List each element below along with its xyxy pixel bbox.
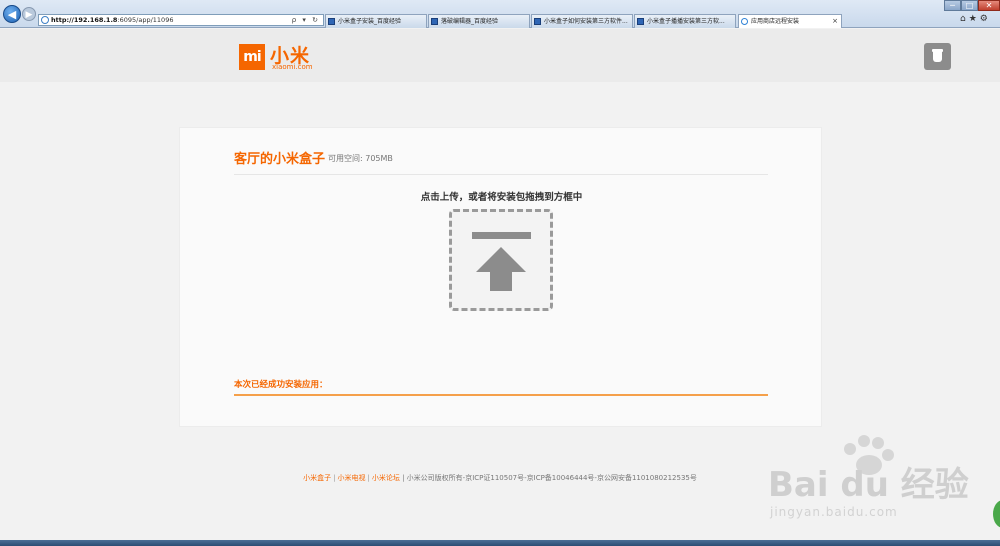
upload-icon xyxy=(472,232,531,291)
toolbar-icons[interactable]: ⌂★⚙ xyxy=(960,14,991,24)
installed-apps-label: 本次已经成功安装应用： xyxy=(234,380,328,390)
close-tab-icon[interactable]: × xyxy=(832,15,838,28)
trash-icon xyxy=(932,49,943,62)
tab-4[interactable]: 小米盒子播播安装第三方软... xyxy=(634,14,736,28)
divider xyxy=(234,174,768,175)
close-window-button[interactable]: ✕ xyxy=(978,0,1000,11)
tab-label: 小米盒子如何安装第三方软件... xyxy=(544,18,628,25)
mi-logo-mark: mi xyxy=(239,44,265,70)
footer-link-mibox[interactable]: 小米盒子 xyxy=(303,474,331,482)
watermark-logo-text: Bai du 经验 xyxy=(768,465,969,505)
ie-icon xyxy=(741,18,748,25)
upload-hint: 点击上传，或者将安装包拖拽到方框中 xyxy=(420,192,583,203)
page-icon xyxy=(534,18,541,25)
upload-card: 客厅的小米盒子 可用空间: 705MB 点击上传，或者将安装包拖拽到方框中 本次… xyxy=(179,127,822,427)
trash-button[interactable] xyxy=(924,43,951,70)
page-icon xyxy=(328,18,335,25)
logo-subtext: xiaomi.com xyxy=(272,63,313,71)
free-space: 可用空间: 705MB xyxy=(328,154,393,163)
tab-2[interactable]: 落破编辑器_百度经验 xyxy=(428,14,530,28)
minimize-button[interactable]: ─ xyxy=(944,0,961,11)
back-button[interactable]: ◀ xyxy=(3,5,21,23)
forward-button[interactable]: ▶ xyxy=(22,7,36,21)
os-taskbar xyxy=(0,540,1000,546)
device-name: 客厅的小米盒子 xyxy=(234,152,326,167)
watermark-url: jingyan.baidu.com xyxy=(770,505,898,519)
tab-1[interactable]: 小米盒子安装_百度经验 xyxy=(325,14,427,28)
tab-label: 小米盒子播播安装第三方软... xyxy=(647,18,725,25)
page-icon xyxy=(637,18,644,25)
url-path: :6095/app/11096 xyxy=(117,16,174,24)
browser-chrome: ◀ ▶ http://192.168.1.8:6095/app/11096 ρ … xyxy=(0,0,1000,28)
baidu-watermark: Bai du 经验 jingyan.baidu.com xyxy=(768,435,969,525)
footer-link-mitv[interactable]: 小米电视 xyxy=(338,474,366,482)
tab-5-active[interactable]: 应用商店远程安装 × xyxy=(738,14,842,28)
tab-label: 落破编辑器_百度经验 xyxy=(441,18,499,25)
url-host: http://192.168.1.8 xyxy=(51,16,118,24)
site-header: mi 小米 xiaomi.com xyxy=(0,29,1000,82)
tab-label: 应用商店远程安装 xyxy=(751,18,800,25)
upload-dropzone[interactable] xyxy=(449,209,553,311)
footer-link-forum[interactable]: 小米论坛 xyxy=(372,474,400,482)
footer-copyright: | 小米公司版权所有-京ICP证110507号-京ICP备10046444号-京… xyxy=(402,474,697,482)
site-icon xyxy=(41,16,49,24)
installed-divider xyxy=(234,394,768,396)
page-icon xyxy=(431,18,438,25)
maximize-button[interactable]: □ xyxy=(961,0,978,11)
tab-3[interactable]: 小米盒子如何安装第三方软件... xyxy=(531,14,633,28)
feedback-bubble-icon[interactable] xyxy=(993,500,1000,528)
tab-label: 小米盒子安装_百度经验 xyxy=(338,18,402,25)
address-bar[interactable]: http://192.168.1.8:6095/app/11096 ρ ▾ ↻ xyxy=(38,14,324,26)
search-refresh-icons[interactable]: ρ ▾ ↻ xyxy=(292,15,320,26)
